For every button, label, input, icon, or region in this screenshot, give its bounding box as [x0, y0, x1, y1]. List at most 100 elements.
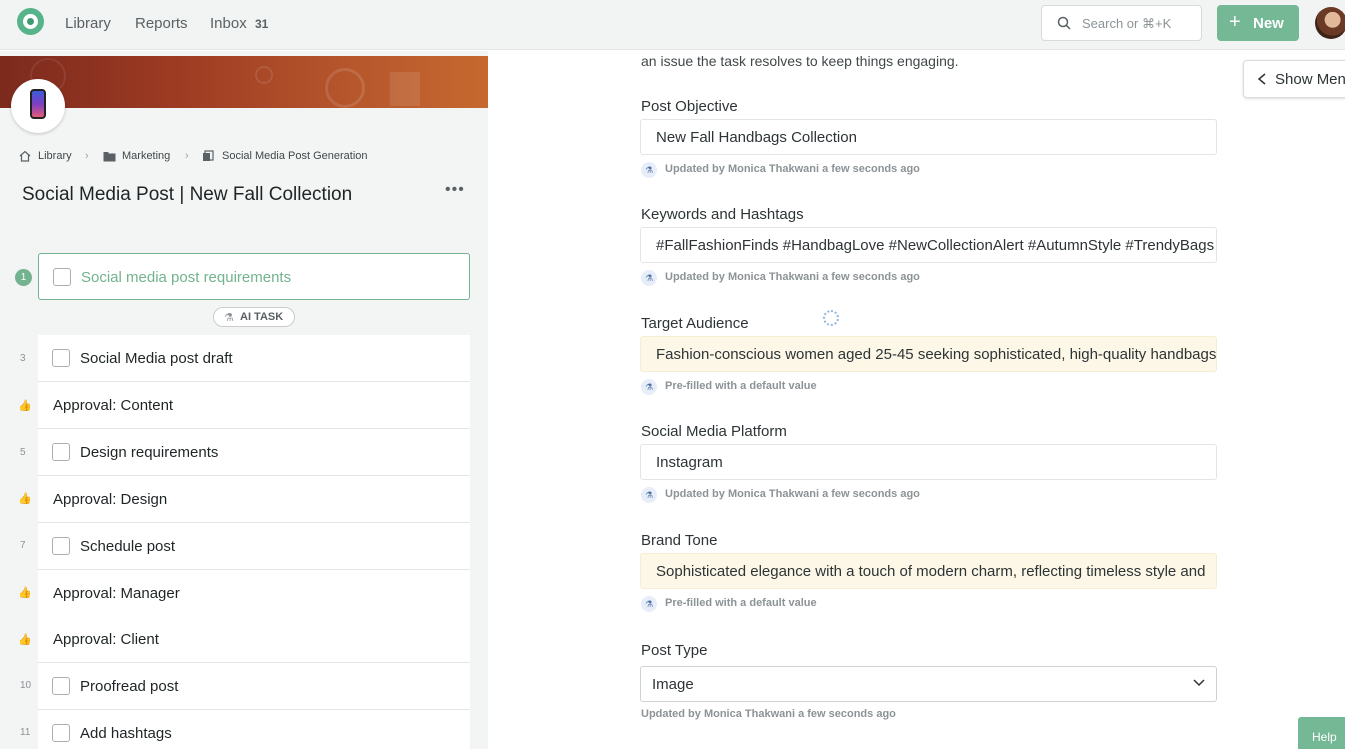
- breadcrumb-marketing[interactable]: Marketing: [122, 150, 170, 162]
- field-meta-text: Pre-filled with a default value: [665, 380, 817, 392]
- approval-row[interactable]: Approval: Manager: [38, 570, 470, 617]
- task-row[interactable]: Social Media post draft: [38, 335, 470, 382]
- help-button[interactable]: Help: [1298, 717, 1345, 749]
- task-number: 7: [20, 540, 26, 551]
- ai-icon: ⚗: [224, 312, 234, 324]
- approval-row[interactable]: Approval: Client: [38, 616, 470, 663]
- task-number: 10: [20, 680, 32, 691]
- task-row-active[interactable]: Social media post requirements: [38, 253, 470, 300]
- post-type-select[interactable]: Image: [640, 666, 1217, 702]
- nav-library-link[interactable]: Library: [65, 15, 111, 32]
- show-menu-button[interactable]: Show Menu: [1243, 60, 1345, 98]
- social-media-platform-label: Social Media Platform: [641, 423, 787, 440]
- workflow-sidebar: Library › Marketing › Social Media Post …: [0, 51, 488, 749]
- page-title[interactable]: Social Media Post | New Fall Collection: [22, 184, 352, 206]
- new-button[interactable]: + New: [1217, 5, 1299, 41]
- user-flask-icon: ⚗: [641, 379, 657, 395]
- task-label: Proofread post: [80, 678, 179, 695]
- task-label: Social media post requirements: [81, 269, 292, 286]
- approval-row[interactable]: Approval: Content: [38, 382, 470, 429]
- field-value: Instagram: [656, 454, 723, 471]
- task-label: Add hashtags: [80, 725, 172, 742]
- task-checkbox[interactable]: [52, 443, 70, 461]
- breadcrumb: Library › Marketing › Social Media Post …: [19, 150, 479, 164]
- task-number: 3: [20, 353, 26, 364]
- field-value: #FallFashionFinds #HandbagLove #NewColle…: [656, 237, 1215, 254]
- post-type-label: Post Type: [641, 642, 708, 659]
- task-label: Design requirements: [80, 444, 219, 461]
- search-icon: [1057, 16, 1071, 30]
- task-description: an issue the task resolves to keep thing…: [641, 53, 959, 69]
- task-number: 1: [15, 269, 32, 286]
- task-row[interactable]: Add hashtags: [38, 710, 470, 749]
- approval-row[interactable]: Approval: Design: [38, 476, 470, 523]
- user-flask-icon: ⚗: [641, 487, 657, 503]
- task-label: Approval: Design: [53, 491, 168, 508]
- more-options-icon[interactable]: •••: [445, 181, 465, 199]
- thumbs-up-icon: 👍: [18, 634, 32, 646]
- search-input[interactable]: Search or ⌘+K: [1041, 5, 1202, 41]
- task-row[interactable]: Proofread post: [38, 663, 470, 710]
- field-meta-text: Updated by Monica Thakwani a few seconds…: [665, 271, 920, 283]
- task-form-panel: an issue the task resolves to keep thing…: [488, 51, 1345, 749]
- brand-tone-field[interactable]: Sophisticated elegance with a touch of m…: [640, 553, 1217, 589]
- breadcrumb-template[interactable]: Social Media Post Generation: [222, 150, 368, 162]
- brand-tone-label: Brand Tone: [641, 532, 718, 549]
- app-logo[interactable]: [17, 8, 44, 35]
- keywords-hashtags-field[interactable]: #FallFashionFinds #HandbagLove #NewColle…: [640, 227, 1217, 263]
- task-label: Social Media post draft: [80, 350, 233, 367]
- user-avatar[interactable]: [1315, 7, 1345, 39]
- workflow-emoji-icon[interactable]: [11, 79, 65, 133]
- show-menu-label: Show Menu: [1275, 71, 1345, 88]
- task-label: Approval: Client: [53, 631, 159, 648]
- user-flask-icon: ⚗: [641, 270, 657, 286]
- field-meta-text: Updated by Monica Thakwani a few seconds…: [665, 488, 920, 500]
- thumbs-up-icon: 👍: [18, 493, 32, 505]
- field-value: New Fall Handbags Collection: [656, 129, 857, 146]
- select-value: Image: [652, 676, 694, 693]
- keywords-hashtags-label: Keywords and Hashtags: [641, 206, 804, 223]
- field-value: Fashion-conscious women aged 25-45 seeki…: [656, 346, 1217, 363]
- social-media-platform-field[interactable]: Instagram: [640, 444, 1217, 480]
- thumbs-up-icon: 👍: [18, 587, 32, 599]
- user-flask-icon: ⚗: [641, 596, 657, 612]
- nav-reports-link[interactable]: Reports: [135, 15, 188, 32]
- nav-inbox-link[interactable]: Inbox: [210, 15, 247, 32]
- chevron-down-icon: [1193, 679, 1205, 687]
- loading-spinner-icon: [823, 310, 839, 326]
- task-checkbox[interactable]: [52, 677, 70, 695]
- home-icon: [19, 150, 31, 162]
- plus-icon: +: [1229, 11, 1241, 33]
- task-checkbox[interactable]: [52, 349, 70, 367]
- ai-task-badge: ⚗ AI TASK: [213, 307, 295, 327]
- chevron-right-icon: ›: [185, 150, 189, 162]
- task-number: 5: [20, 447, 26, 458]
- mobile-phone-icon: [30, 89, 46, 119]
- post-type-meta: Updated by Monica Thakwani a few seconds…: [641, 708, 896, 720]
- field-value: Sophisticated elegance with a touch of m…: [656, 563, 1206, 580]
- help-label: Help: [1312, 730, 1337, 744]
- breadcrumb-library[interactable]: Library: [38, 150, 72, 162]
- target-audience-field[interactable]: Fashion-conscious women aged 25-45 seeki…: [640, 336, 1217, 372]
- thumbs-up-icon: 👍: [18, 400, 32, 412]
- field-meta-text: Pre-filled with a default value: [665, 597, 817, 609]
- top-navigation-bar: Library Reports Inbox 31 Search or ⌘+K +…: [0, 0, 1345, 50]
- post-objective-field[interactable]: New Fall Handbags Collection: [640, 119, 1217, 155]
- task-row[interactable]: Schedule post: [38, 523, 470, 570]
- task-label: Approval: Content: [53, 397, 174, 414]
- search-placeholder: Search or ⌘+K: [1082, 16, 1172, 31]
- user-flask-icon: ⚗: [641, 162, 657, 178]
- task-checkbox[interactable]: [52, 724, 70, 742]
- template-icon: [203, 150, 214, 161]
- ai-task-label: AI TASK: [240, 311, 284, 323]
- chevron-left-icon: [1257, 73, 1266, 85]
- folder-icon: [103, 152, 116, 162]
- task-number: 11: [20, 727, 31, 738]
- inbox-count-badge: 31: [255, 17, 269, 31]
- cover-banner: [0, 56, 488, 108]
- task-checkbox[interactable]: [53, 268, 71, 286]
- new-button-label: New: [1253, 15, 1284, 32]
- task-label: Schedule post: [80, 538, 176, 555]
- task-row[interactable]: Design requirements: [38, 429, 470, 476]
- task-checkbox[interactable]: [52, 537, 70, 555]
